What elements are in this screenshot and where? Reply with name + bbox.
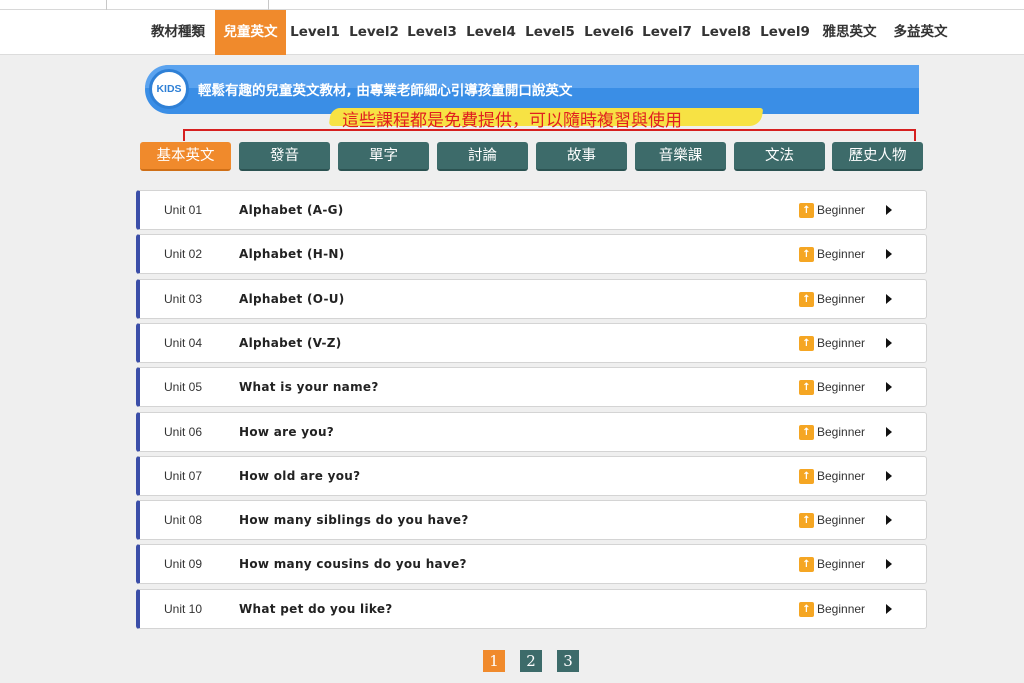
unit-row[interactable]: Unit 04 Alphabet (V-Z) ↑ Beginner [136, 323, 927, 363]
unit-row[interactable]: Unit 08 How many siblings do you have? ↑… [136, 500, 927, 540]
unit-level: Beginner [817, 469, 866, 483]
unit-level: Beginner [817, 336, 866, 350]
play-arrow-icon[interactable] [886, 382, 892, 392]
play-arrow-icon[interactable] [886, 471, 892, 481]
unit-number: Unit 06 [164, 425, 203, 439]
page-2-button[interactable]: 2 [520, 650, 542, 672]
tab-discussion[interactable]: 討論 [437, 142, 528, 171]
nav-item-level6[interactable]: Level6 [580, 10, 638, 55]
unit-row[interactable]: Unit 01 Alphabet (A-G) ↑ Beginner [136, 190, 927, 230]
page-3-button[interactable]: 3 [557, 650, 579, 672]
tab-pronunciation[interactable]: 發音 [239, 142, 330, 171]
nav-item-level4[interactable]: Level4 [462, 10, 520, 55]
unit-title[interactable]: What pet do you like? [239, 590, 393, 628]
unit-number: Unit 01 [164, 203, 203, 217]
level-up-icon: ↑ [799, 203, 814, 218]
unit-level: Beginner [817, 380, 866, 394]
nav-item-level9[interactable]: Level9 [756, 10, 814, 55]
play-arrow-icon[interactable] [886, 249, 892, 259]
unit-number: Unit 05 [164, 380, 203, 394]
unit-title[interactable]: Alphabet (H-N) [239, 235, 345, 273]
level-up-icon: ↑ [799, 292, 814, 307]
browser-top-strip [0, 0, 1024, 10]
kids-logo-icon: KIDS [149, 69, 189, 109]
nav-item-ielts[interactable]: 雅思英文 [814, 10, 885, 55]
tabs-bracket [183, 129, 916, 141]
nav-item-level5[interactable]: Level5 [521, 10, 579, 55]
play-arrow-icon[interactable] [886, 205, 892, 215]
play-arrow-icon[interactable] [886, 604, 892, 614]
unit-level: Beginner [817, 247, 866, 261]
nav-item-level3[interactable]: Level3 [403, 10, 461, 55]
play-arrow-icon[interactable] [886, 427, 892, 437]
unit-number: Unit 08 [164, 513, 203, 527]
level-up-icon: ↑ [799, 557, 814, 572]
tab-vocabulary[interactable]: 單字 [338, 142, 429, 171]
tab-historical-figures[interactable]: 歷史人物 [832, 142, 923, 171]
tab-basic-english[interactable]: 基本英文 [140, 142, 231, 171]
level-up-icon: ↑ [799, 469, 814, 484]
nav-item-level2[interactable]: Level2 [345, 10, 403, 55]
unit-level: Beginner [817, 292, 866, 306]
unit-row[interactable]: Unit 03 Alphabet (O-U) ↑ Beginner [136, 279, 927, 319]
unit-number: Unit 03 [164, 292, 203, 306]
free-courses-text: 這些課程都是免費提供，可以隨時複習與使用 [342, 111, 682, 131]
unit-row[interactable]: Unit 09 How many cousins do you have? ↑ … [136, 544, 927, 584]
banner-text: 輕鬆有趣的兒童英文教材, 由專業老師細心引導孩童開口說英文 [198, 83, 573, 99]
unit-level: Beginner [817, 425, 866, 439]
tab-story[interactable]: 故事 [536, 142, 627, 171]
level-up-icon: ↑ [799, 380, 814, 395]
tab-music[interactable]: 音樂課 [635, 142, 726, 171]
page-1-button[interactable]: 1 [483, 650, 505, 672]
play-arrow-icon[interactable] [886, 515, 892, 525]
unit-title[interactable]: Alphabet (A-G) [239, 191, 344, 229]
nav-item-kids-english[interactable]: 兒童英文 [215, 10, 286, 55]
unit-row[interactable]: Unit 05 What is your name? ↑ Beginner [136, 367, 927, 407]
unit-title[interactable]: Alphabet (O-U) [239, 280, 345, 318]
divider [106, 0, 107, 10]
unit-number: Unit 04 [164, 336, 203, 350]
unit-title[interactable]: How many cousins do you have? [239, 545, 467, 583]
free-courses-note: 這些課程都是免費提供，可以隨時複習與使用 [328, 105, 764, 131]
unit-title[interactable]: How are you? [239, 413, 334, 451]
unit-title[interactable]: How many siblings do you have? [239, 501, 469, 539]
level-up-icon: ↑ [799, 336, 814, 351]
unit-title[interactable]: How old are you? [239, 457, 360, 495]
play-arrow-icon[interactable] [886, 294, 892, 304]
level-up-icon: ↑ [799, 513, 814, 528]
nav-item-level7[interactable]: Level7 [638, 10, 696, 55]
unit-number: Unit 10 [164, 602, 203, 616]
unit-row[interactable]: Unit 06 How are you? ↑ Beginner [136, 412, 927, 452]
unit-number: Unit 07 [164, 469, 203, 483]
unit-level: Beginner [817, 513, 866, 527]
unit-title[interactable]: Alphabet (V-Z) [239, 324, 342, 362]
nav-item-materials[interactable]: 教材種類 [141, 10, 215, 55]
unit-title[interactable]: What is your name? [239, 368, 379, 406]
level-up-icon: ↑ [799, 602, 814, 617]
top-nav: 教材種類 兒童英文 Level1 Level2 Level3 Level4 Le… [0, 10, 1024, 55]
nav-item-level8[interactable]: Level8 [697, 10, 755, 55]
divider [268, 0, 269, 10]
unit-level: Beginner [817, 602, 866, 616]
level-up-icon: ↑ [799, 247, 814, 262]
nav-item-toeic[interactable]: 多益英文 [885, 10, 956, 55]
unit-level: Beginner [817, 557, 866, 571]
play-arrow-icon[interactable] [886, 338, 892, 348]
level-up-icon: ↑ [799, 425, 814, 440]
unit-row[interactable]: Unit 10 What pet do you like? ↑ Beginner [136, 589, 927, 629]
unit-row[interactable]: Unit 02 Alphabet (H-N) ↑ Beginner [136, 234, 927, 274]
unit-row[interactable]: Unit 07 How old are you? ↑ Beginner [136, 456, 927, 496]
tab-grammar[interactable]: 文法 [734, 142, 825, 171]
nav-item-level1[interactable]: Level1 [286, 10, 344, 55]
unit-number: Unit 02 [164, 247, 203, 261]
unit-level: Beginner [817, 203, 866, 217]
unit-number: Unit 09 [164, 557, 203, 571]
play-arrow-icon[interactable] [886, 559, 892, 569]
